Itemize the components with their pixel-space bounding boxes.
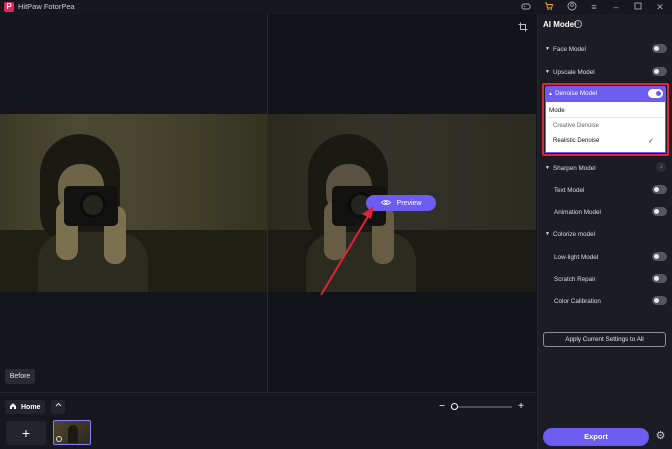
- upscale-model-toggle[interactable]: [652, 67, 667, 76]
- scratch-repair-toggle[interactable]: [652, 274, 667, 283]
- chevron-up-icon: [55, 402, 62, 410]
- model-label: Scratch Repair: [554, 275, 596, 283]
- face-model-toggle[interactable]: [652, 44, 667, 53]
- model-row-lowlight[interactable]: Low-light Model: [543, 250, 667, 264]
- model-label: Text Model: [554, 186, 585, 194]
- dropdown-option-realistic[interactable]: Realistic Denoise: [553, 138, 599, 144]
- apply-to-all-button[interactable]: Apply Current Settings to All: [543, 332, 666, 347]
- dropdown-divider: [547, 117, 664, 118]
- chevron-up-icon: ▲: [548, 90, 553, 97]
- dropdown-header: Mode: [549, 107, 565, 114]
- lowlight-model-toggle[interactable]: [652, 252, 667, 261]
- model-label: Denoise Model: [555, 90, 598, 97]
- export-button[interactable]: Export: [543, 428, 649, 446]
- model-label: Color Calibration: [554, 297, 601, 305]
- home-label: Home: [21, 403, 41, 411]
- chevron-down-icon: ▼: [545, 165, 550, 171]
- model-row-color-calibration[interactable]: Color Calibration: [543, 294, 667, 308]
- model-label: Face Model: [553, 45, 586, 53]
- model-label: Colorize model: [553, 230, 595, 238]
- user-icon[interactable]: [566, 1, 578, 13]
- preview-button[interactable]: Preview: [366, 195, 436, 211]
- app-title: HitPaw FotorPea: [18, 2, 75, 11]
- chevron-down-icon: ▼: [545, 231, 550, 237]
- denoise-model-toggle[interactable]: [648, 89, 663, 98]
- gear-icon[interactable]: ⚙: [654, 430, 667, 443]
- zoom-slider[interactable]: [451, 406, 512, 408]
- title-bar: P HitPaw FotorPea ≡ – ✕: [0, 0, 672, 14]
- home-icon: [9, 402, 17, 412]
- zoom-slider-handle[interactable]: [450, 403, 458, 410]
- chevron-down-icon: ▼: [545, 46, 550, 52]
- cart-icon[interactable]: [543, 1, 555, 13]
- text-model-toggle[interactable]: [652, 185, 667, 194]
- model-row-sharpen[interactable]: ▼ Sharpen Model ↓: [543, 161, 667, 175]
- status-icon: [56, 436, 62, 442]
- info-icon[interactable]: i: [574, 20, 582, 28]
- model-label: Sharpen Model: [553, 164, 596, 172]
- close-icon[interactable]: ✕: [654, 1, 666, 13]
- download-icon[interactable]: ↓: [656, 162, 666, 172]
- home-button[interactable]: Home: [5, 400, 45, 414]
- panel-title: AI Model: [543, 20, 577, 29]
- model-row-scratch[interactable]: Scratch Repair: [543, 272, 667, 286]
- model-row-colorize[interactable]: ▼ Colorize model: [543, 227, 667, 241]
- before-image: [0, 114, 267, 292]
- model-row-text[interactable]: Text Model: [543, 183, 667, 197]
- before-toggle-button[interactable]: Before: [5, 369, 35, 384]
- chevron-down-icon: ▼: [545, 69, 550, 75]
- dropdown-option-creative[interactable]: Creative Denoise: [553, 123, 599, 129]
- crop-icon[interactable]: [518, 22, 528, 32]
- collapse-button[interactable]: [51, 400, 65, 414]
- minimize-icon[interactable]: –: [610, 1, 622, 13]
- model-row-upscale[interactable]: ▼ Upscale Model: [543, 65, 667, 79]
- preview-label: Preview: [396, 199, 422, 207]
- color-calibration-toggle[interactable]: [652, 296, 667, 305]
- add-image-button[interactable]: +: [6, 421, 46, 445]
- animation-model-toggle[interactable]: [652, 207, 667, 216]
- app-logo: P: [4, 2, 14, 12]
- model-label: Upscale Model: [553, 68, 595, 76]
- image-thumbnail[interactable]: [53, 420, 91, 445]
- eye-icon: [380, 199, 391, 208]
- maximize-icon[interactable]: [632, 1, 644, 13]
- menu-icon[interactable]: ≡: [588, 1, 600, 13]
- model-row-face[interactable]: ▼ Face Model: [543, 42, 667, 56]
- model-row-denoise[interactable]: ▲ Denoise Model: [545, 86, 666, 101]
- zoom-in-button[interactable]: +: [516, 402, 526, 412]
- model-row-animation[interactable]: Animation Model: [543, 205, 667, 219]
- zoom-out-button[interactable]: −: [437, 402, 447, 412]
- gamepad-icon[interactable]: [520, 1, 532, 13]
- model-label: Animation Model: [554, 208, 601, 216]
- model-label: Low-light Model: [554, 253, 599, 261]
- checkmark-icon: ✓: [648, 138, 654, 145]
